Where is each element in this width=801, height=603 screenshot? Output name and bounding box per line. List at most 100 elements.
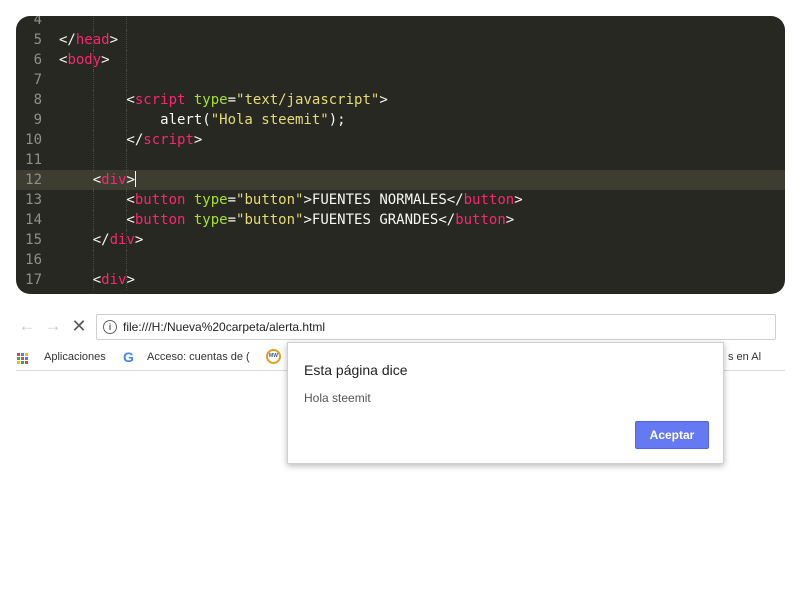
- code-line[interactable]: 7: [16, 70, 785, 90]
- indent-guide: [126, 50, 128, 70]
- code-token: div: [109, 232, 135, 248]
- arrow-left-icon: ←: [18, 316, 36, 335]
- code-line[interactable]: 15 </div>: [16, 230, 785, 250]
- code-token: =: [227, 192, 237, 208]
- line-number: 4: [33, 16, 42, 28]
- code-token: >FUENTES GRANDES</: [303, 212, 456, 228]
- code-token: body: [67, 52, 102, 68]
- code-text: alert("Hola steemit");: [59, 110, 346, 130]
- code-token: >: [126, 272, 135, 288]
- code-line[interactable]: 4: [16, 16, 785, 30]
- code-line[interactable]: 10 </script>: [16, 130, 785, 150]
- code-token: >: [109, 32, 119, 48]
- code-token: </: [59, 132, 144, 148]
- code-line[interactable]: 8 <script type="text/javascript">: [16, 90, 785, 110]
- code-line[interactable]: 13 <button type="button">FUENTES NORMALE…: [16, 190, 785, 210]
- stop-button[interactable]: ✕: [68, 312, 90, 340]
- code-token: button: [463, 192, 515, 208]
- code-text: <button type="button">FUENTES NORMALES</…: [59, 190, 523, 210]
- code-token: >: [101, 52, 110, 68]
- code-token: "button": [236, 192, 304, 208]
- indent-guide: [126, 16, 128, 30]
- code-line[interactable]: 11: [16, 150, 785, 170]
- code-token: <: [59, 172, 102, 188]
- line-number: 14: [25, 212, 42, 228]
- line-number: 6: [33, 52, 42, 68]
- indent-guide: [126, 250, 128, 270]
- indent-guide: [126, 30, 128, 50]
- code-text: </script>: [59, 130, 202, 150]
- code-text: <button type="button">FUENTES GRANDES</b…: [59, 210, 514, 230]
- line-number: 9: [33, 112, 42, 128]
- code-text: <body>: [59, 50, 110, 70]
- code-token: type: [185, 92, 228, 108]
- code-token: >FUENTES NORMALES</: [303, 192, 464, 208]
- google-icon: G: [123, 349, 134, 365]
- dialog-title: Esta página dice: [304, 362, 408, 378]
- bookmark-google-accounts[interactable]: Acceso: cuentas de (: [147, 351, 250, 363]
- code-token: );: [328, 112, 346, 128]
- code-token: =: [227, 212, 237, 228]
- code-token: type: [185, 212, 228, 228]
- code-line[interactable]: 12 <div>: [16, 170, 785, 190]
- code-token: <: [59, 212, 135, 228]
- line-number: 8: [33, 92, 42, 108]
- code-text: <div>: [59, 270, 135, 290]
- code-token: script: [143, 132, 194, 148]
- code-token: div: [101, 172, 127, 188]
- line-number: 15: [25, 232, 42, 248]
- line-number: 5: [33, 32, 42, 48]
- code-editor[interactable]: 4 5 </head> 6 <body> 7 8 <script type="text/ja…: [16, 16, 785, 294]
- alert-dialog: Esta página dice Hola steemit Aceptar: [287, 342, 724, 464]
- back-button[interactable]: ←: [16, 312, 38, 340]
- code-token: <: [59, 272, 102, 288]
- bookmark-apps[interactable]: Aplicaciones: [44, 351, 106, 363]
- code-line[interactable]: 6 <body>: [16, 50, 785, 70]
- code-token: "button": [236, 212, 304, 228]
- apps-grid-icon[interactable]: [17, 353, 29, 365]
- address-bar[interactable]: i file:///H:/Nueva%20carpeta/alerta.html: [96, 314, 776, 340]
- code-line[interactable]: 16: [16, 250, 785, 270]
- code-text: </head>: [59, 30, 118, 50]
- line-number: 16: [25, 252, 42, 268]
- code-token: <: [59, 92, 135, 108]
- line-number: 11: [25, 152, 42, 168]
- code-token: =: [227, 92, 237, 108]
- code-token: "text/javascript": [236, 92, 380, 108]
- code-text: <div>: [59, 170, 136, 190]
- code-token: >: [514, 192, 523, 208]
- code-text: <script type="text/javascript">: [59, 90, 388, 110]
- code-token: script: [134, 92, 186, 108]
- line-number: 7: [33, 72, 42, 88]
- code-token: >: [379, 92, 388, 108]
- code-token: >: [134, 232, 144, 248]
- arrow-right-icon: →: [44, 316, 62, 335]
- code-line[interactable]: 14 <button type="button">FUENTES GRANDES…: [16, 210, 785, 230]
- line-number: 10: [25, 132, 42, 148]
- indent-guide: [126, 150, 128, 170]
- code-line[interactable]: 9 alert("Hola steemit");: [16, 110, 785, 130]
- code-token: <: [59, 192, 135, 208]
- code-token: div: [101, 272, 127, 288]
- indent-guide: [92, 250, 94, 270]
- code-line[interactable]: 17 <div>: [16, 270, 785, 290]
- code-token: button: [134, 212, 186, 228]
- code-token: >: [193, 132, 203, 148]
- code-token: "Hola steemit": [210, 112, 329, 128]
- code-token: alert(: [59, 112, 211, 128]
- mw-favicon-icon[interactable]: MW: [266, 349, 281, 364]
- code-text: </div>: [59, 230, 144, 250]
- forward-button[interactable]: →: [42, 312, 64, 340]
- url-text: file:///H:/Nueva%20carpeta/alerta.html: [123, 320, 326, 334]
- line-number: 12: [25, 172, 42, 188]
- line-number: 13: [25, 192, 42, 208]
- accept-button[interactable]: Aceptar: [635, 421, 709, 449]
- info-icon[interactable]: i: [103, 320, 117, 334]
- code-line[interactable]: 5 </head>: [16, 30, 785, 50]
- close-icon: ✕: [71, 316, 87, 336]
- indent-guide: [126, 70, 128, 90]
- indent-guide: [92, 70, 94, 90]
- code-token: button: [455, 212, 506, 228]
- code-token: </: [59, 232, 110, 248]
- bookmark-partial[interactable]: s en Al: [728, 351, 761, 363]
